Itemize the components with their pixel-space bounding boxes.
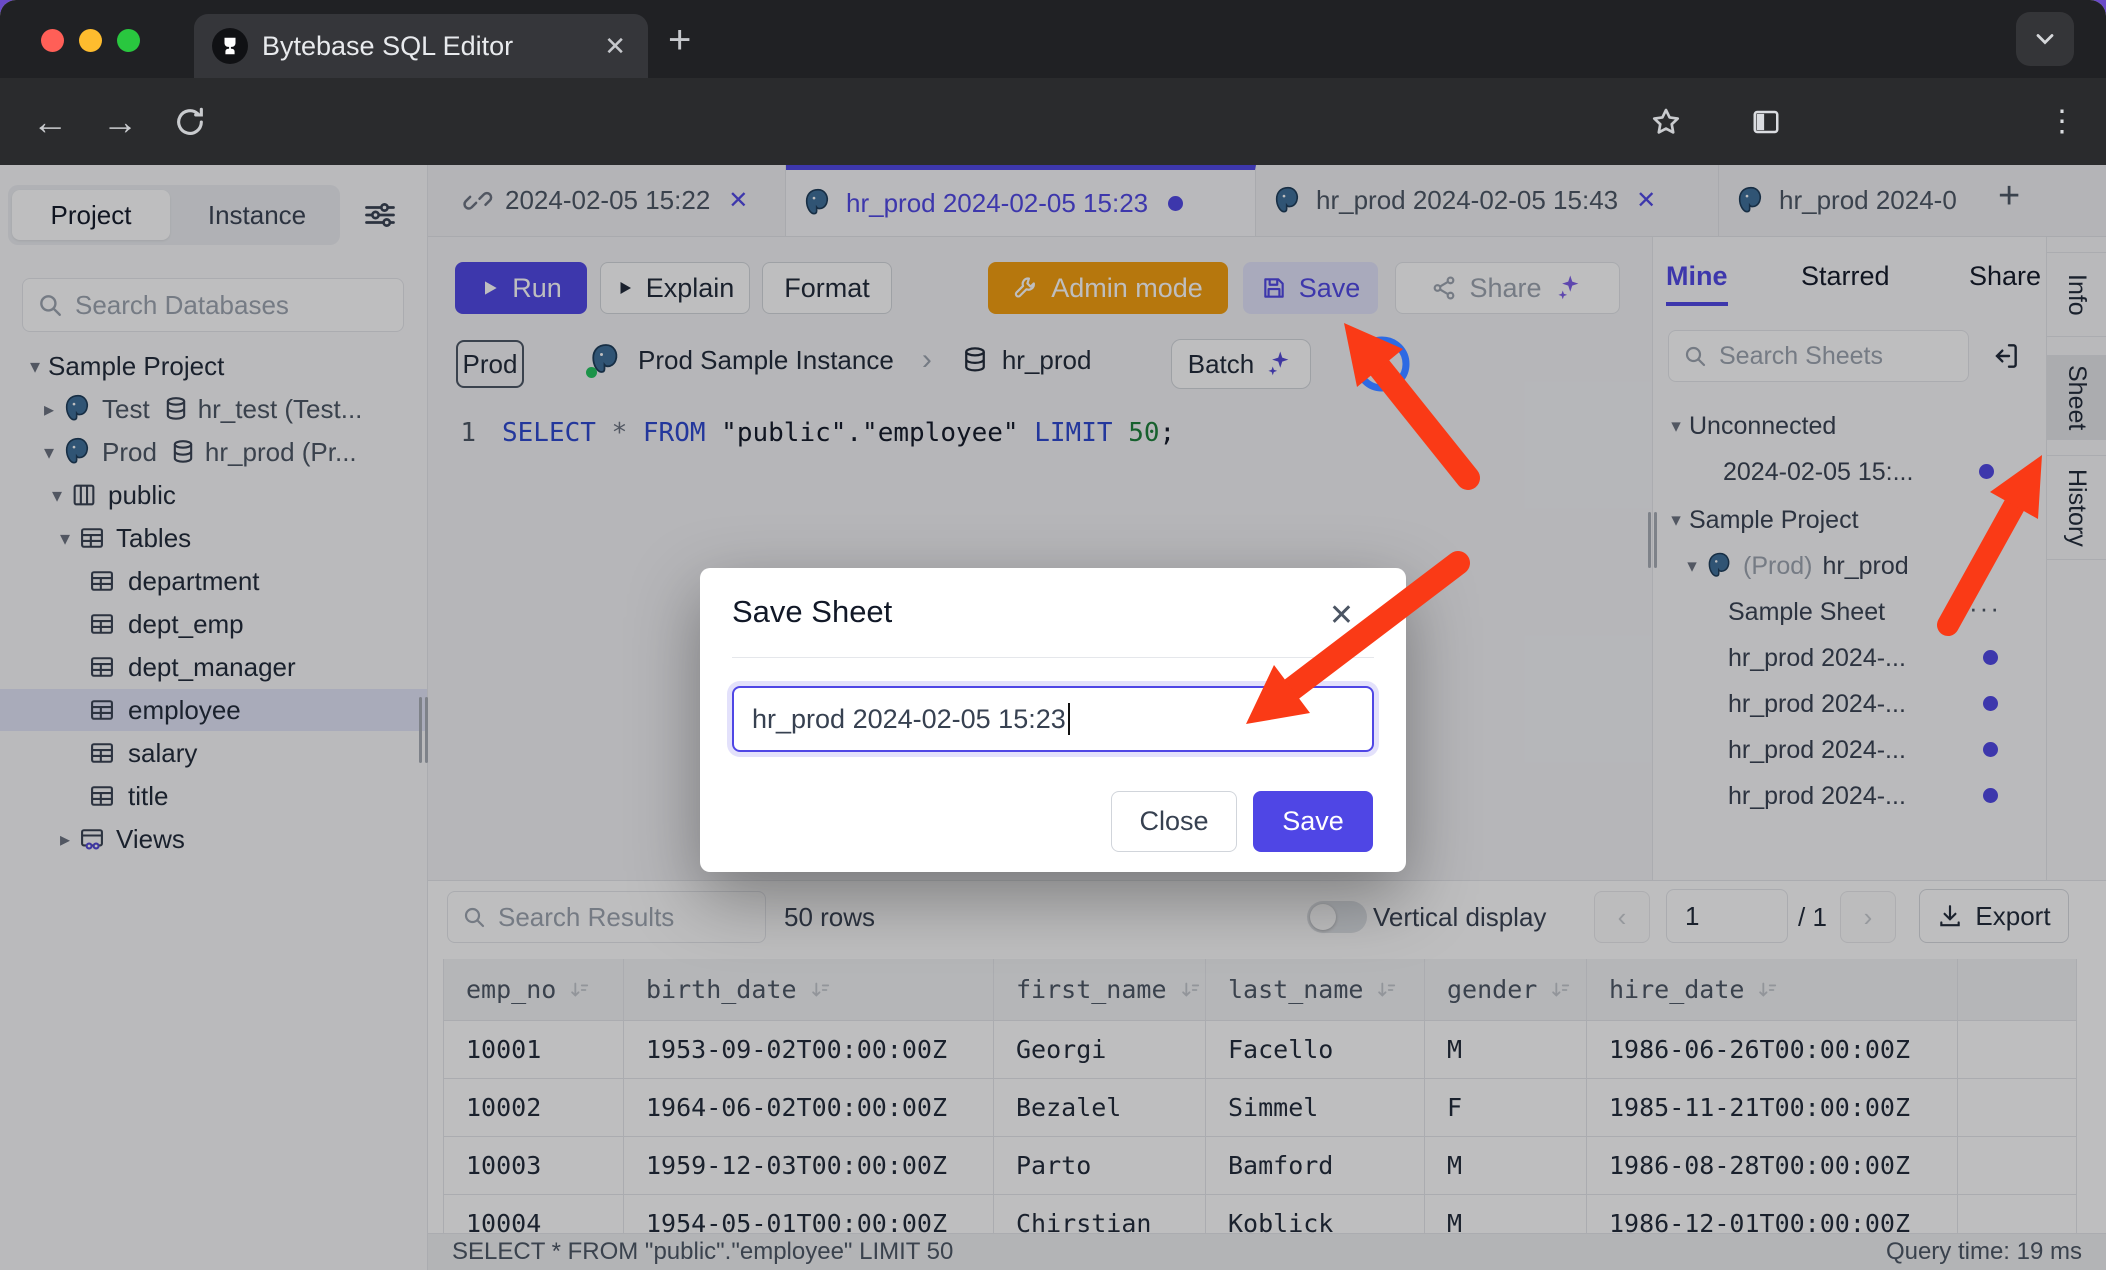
new-tab-button[interactable]: + [668, 18, 691, 63]
browser-titlebar: Bytebase SQL Editor ✕ + [0, 0, 2106, 78]
back-button[interactable]: ← [22, 78, 78, 165]
forward-button[interactable]: → [92, 78, 148, 165]
tab-search-button[interactable] [2016, 12, 2074, 66]
bookmark-star-button[interactable] [1638, 78, 1694, 165]
side-panel-icon [1751, 107, 1781, 137]
bytebase-favicon-icon [212, 28, 248, 64]
save-sheet-dialog: Save Sheet ✕ hr_prod 2024-02-05 15:23 Cl… [700, 568, 1406, 872]
side-panel-button[interactable] [1738, 78, 1794, 165]
close-button-label: Close [1139, 806, 1208, 837]
zoom-window-button[interactable] [117, 29, 140, 52]
browser-tab[interactable]: Bytebase SQL Editor ✕ [194, 14, 648, 78]
minimize-window-button[interactable] [79, 29, 102, 52]
star-icon [1650, 106, 1682, 138]
dialog-divider [732, 657, 1374, 658]
text-cursor [1068, 703, 1070, 735]
reload-icon [173, 105, 207, 139]
sheet-name-value: hr_prod 2024-02-05 15:23 [752, 704, 1066, 735]
dialog-save-button[interactable]: Save [1253, 791, 1373, 852]
reload-button[interactable] [162, 78, 218, 165]
browser-menu-button[interactable]: ⋮ [2036, 78, 2088, 165]
dialog-close-button[interactable]: Close [1111, 791, 1237, 852]
browser-tab-title: Bytebase SQL Editor [262, 31, 604, 62]
close-window-button[interactable] [41, 29, 64, 52]
chevron-down-icon [2031, 25, 2059, 53]
save-button-label: Save [1282, 806, 1344, 837]
browser-window: Bytebase SQL Editor ✕ + ← → localhost:80… [0, 0, 2106, 1270]
dialog-title: Save Sheet [732, 594, 892, 630]
browser-navbar: ← → localhost:8080/sql-editor/prod-sampl… [0, 78, 2106, 165]
sheet-name-input[interactable]: hr_prod 2024-02-05 15:23 [732, 686, 1374, 752]
close-tab-icon[interactable]: ✕ [604, 31, 626, 62]
dialog-close-icon[interactable]: ✕ [1329, 598, 1354, 633]
